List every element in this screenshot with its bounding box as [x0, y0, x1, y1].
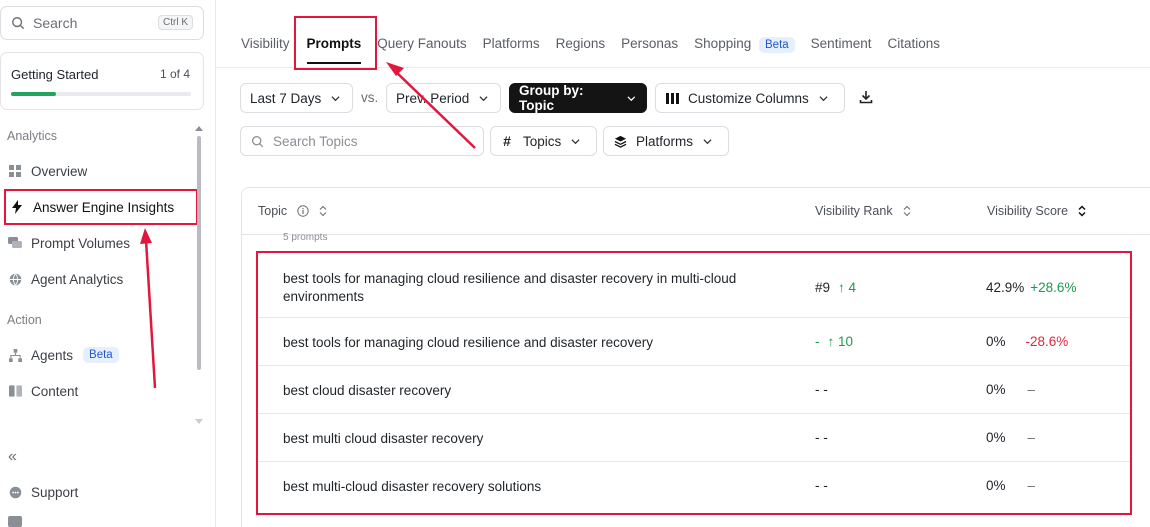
platforms-label: Platforms	[636, 133, 694, 149]
scroll-down-icon[interactable]	[195, 419, 203, 424]
tab-shopping[interactable]: Shopping Beta	[694, 22, 795, 66]
sidebar-item-label: Support	[31, 484, 79, 500]
rows-highlight-box	[256, 251, 1132, 515]
sort-icon[interactable]	[317, 205, 329, 217]
getting-started-card[interactable]: Getting Started 1 of 4	[0, 52, 204, 110]
sidebar-search[interactable]: Search Ctrl K	[0, 6, 204, 40]
group-by-value: Group by: Topic	[519, 83, 584, 113]
sidebar-item-label: Answer Engine Insights	[33, 199, 175, 215]
search-topics-input[interactable]: Search Topics	[240, 126, 484, 156]
sidebar-item-agent-analytics[interactable]: Agent Analytics	[8, 264, 194, 294]
page-title-fragment	[310, 0, 370, 2]
tab-personas[interactable]: Personas	[621, 22, 678, 66]
group-by-select[interactable]: Group by: Topic	[509, 83, 647, 113]
chevron-down-icon	[571, 138, 580, 144]
header-label: Visibility Score	[987, 204, 1069, 218]
prompt-count-label: 5 prompts	[283, 232, 328, 243]
period-select[interactable]: Last 7 Days	[240, 83, 353, 113]
columns-icon	[665, 91, 679, 105]
sidebar-scrollbar[interactable]	[197, 136, 201, 370]
sidebar: Search Ctrl K Getting Started 1 of 4 Ana…	[0, 0, 216, 527]
customize-columns-button[interactable]: Customize Columns	[655, 83, 845, 113]
hash-icon: #	[503, 133, 511, 149]
sort-active-icon[interactable]	[1076, 205, 1088, 217]
tab-regions[interactable]: Regions	[556, 22, 606, 66]
getting-started-count: 1 of 4	[159, 67, 190, 81]
search-icon	[251, 135, 264, 147]
bolt-icon	[10, 200, 24, 214]
tab-platforms[interactable]: Platforms	[483, 22, 540, 66]
compare-value: Prev. Period	[396, 90, 470, 106]
beta-badge: Beta	[759, 37, 795, 53]
sidebar-item-label: Prompt Volumes	[31, 235, 131, 251]
book-icon	[8, 384, 22, 398]
beta-badge: Beta	[83, 347, 119, 363]
search-icon	[12, 17, 25, 30]
sidebar-item-answer-engine-insights[interactable]: Answer Engine Insights	[4, 189, 198, 225]
column-header-visibility-rank[interactable]: Visibility Rank	[815, 204, 913, 218]
tab-visibility[interactable]: Visibility	[241, 22, 290, 66]
chevron-down-icon	[627, 95, 636, 101]
sidebar-item-overview[interactable]: Overview	[8, 156, 194, 186]
chevron-down-icon	[819, 95, 828, 101]
chat-icon	[8, 236, 22, 250]
tab-highlight-box	[294, 16, 377, 70]
hierarchy-icon	[8, 348, 22, 362]
grid-icon	[8, 164, 22, 178]
getting-started-progress	[11, 92, 191, 96]
section-action: Action	[7, 313, 42, 327]
chevron-down-icon	[479, 95, 488, 101]
customize-label: Customize Columns	[688, 90, 809, 106]
search-topics-placeholder: Search Topics	[273, 133, 358, 149]
scroll-up-icon[interactable]	[195, 126, 203, 131]
period-value: Last 7 Days	[250, 90, 322, 106]
topics-filter[interactable]: # Topics	[490, 126, 597, 156]
download-icon[interactable]	[858, 89, 874, 105]
chevron-down-icon	[703, 138, 712, 144]
tab-citations[interactable]: Citations	[887, 22, 940, 66]
topics-label: Topics	[523, 133, 562, 149]
sort-icon[interactable]	[901, 205, 913, 217]
vs-label: vs.	[361, 90, 379, 105]
sidebar-item-support[interactable]: Support	[8, 477, 194, 507]
column-header-visibility-score[interactable]: Visibility Score	[987, 204, 1088, 218]
sidebar-item-prompt-volumes[interactable]: Prompt Volumes	[8, 228, 194, 258]
globe-icon	[8, 272, 22, 286]
progress-fill	[11, 92, 56, 96]
sidebar-item-content[interactable]: Content	[8, 376, 194, 406]
sidebar-item-label: Content	[31, 383, 79, 399]
search-placeholder: Search	[33, 15, 78, 31]
support-chat-icon	[8, 485, 22, 499]
search-shortcut: Ctrl K	[158, 15, 193, 30]
header-label: Topic	[258, 204, 288, 218]
info-icon[interactable]	[297, 205, 309, 217]
section-analytics: Analytics	[7, 129, 58, 143]
prompt-count: 5 prompts	[283, 232, 327, 243]
layers-icon	[613, 134, 627, 148]
sidebar-item-agents[interactable]: Agents Beta	[8, 340, 194, 370]
tab-query-fanouts[interactable]: Query Fanouts	[377, 22, 466, 66]
chevron-down-icon	[331, 95, 340, 101]
tab-label: Shopping	[694, 36, 752, 51]
sidebar-item-label: Agent Analytics	[31, 271, 124, 287]
collapse-sidebar-icon[interactable]: «	[8, 448, 17, 466]
sidebar-item-label: Agents	[31, 347, 74, 363]
whats-new-icon	[8, 516, 22, 527]
sidebar-item-label: Overview	[31, 163, 88, 179]
header-label: Visibility Rank	[815, 204, 893, 218]
column-header-topic[interactable]: Topic	[258, 204, 329, 218]
platforms-filter[interactable]: Platforms	[603, 126, 729, 156]
tab-sentiment[interactable]: Sentiment	[811, 22, 872, 66]
compare-select[interactable]: Prev. Period	[386, 83, 501, 113]
